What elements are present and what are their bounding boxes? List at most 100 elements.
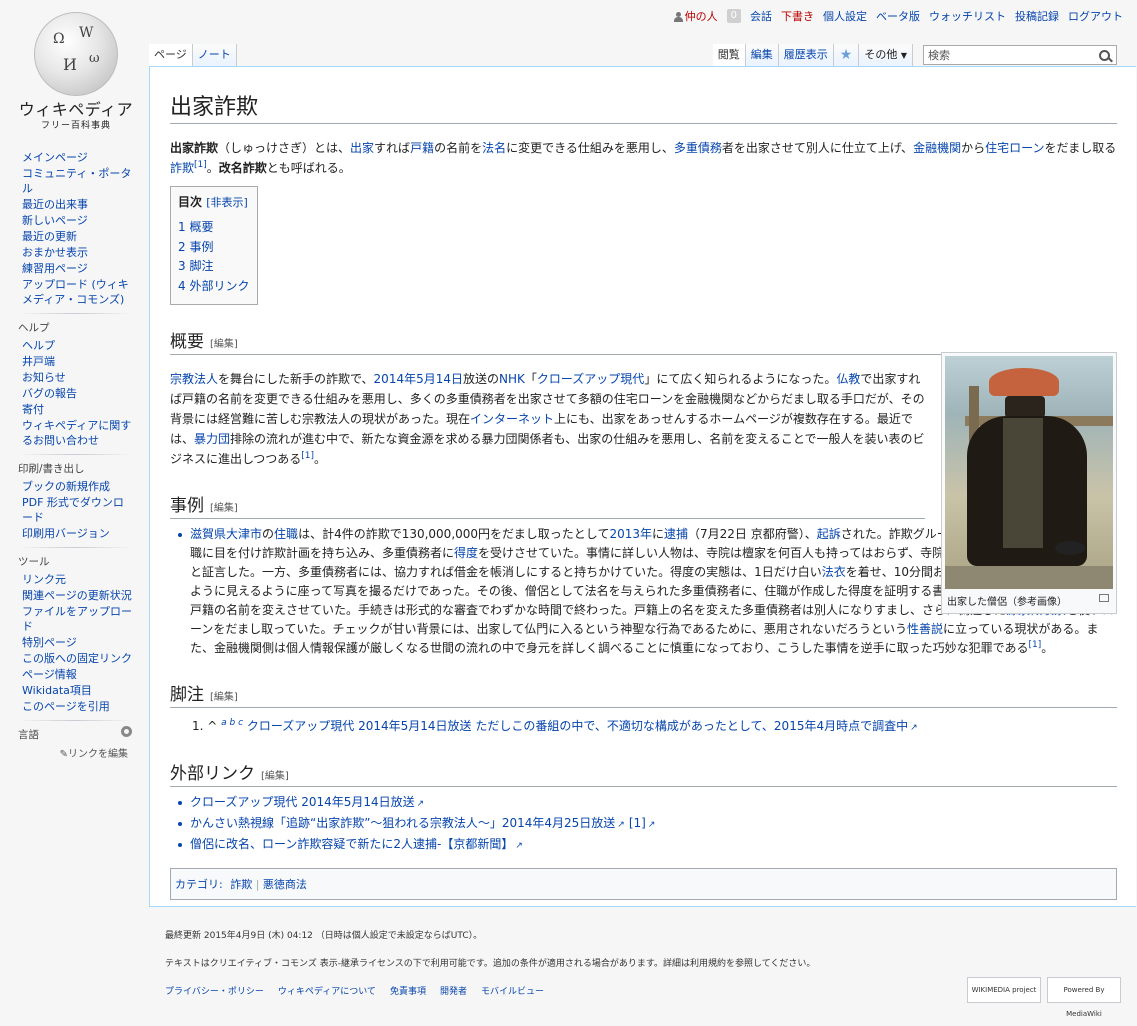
gear-icon[interactable] xyxy=(121,726,132,737)
toc-toggle[interactable]: [非表示] xyxy=(206,196,248,209)
watch-star-icon[interactable]: ★ xyxy=(833,44,860,66)
tab-view[interactable]: 閲覧 xyxy=(712,44,746,66)
edit-section-link[interactable]: [編集] xyxy=(210,339,238,350)
sidebar-item[interactable]: この版への固定リンク xyxy=(22,651,148,666)
sidebar-item[interactable]: Wikidata項目 xyxy=(22,683,148,698)
sidebar-item[interactable]: 練習用ページ xyxy=(22,261,148,276)
external-link[interactable]: かんさい熱視線「追跡“出家詐欺”～狙われる宗教法人～」2014年4月25日放送 xyxy=(190,816,625,830)
sidebar-item[interactable]: メインページ xyxy=(22,150,148,165)
sidebar-item[interactable]: ブックの新規作成 xyxy=(22,479,148,494)
reference-link[interactable]: [1] xyxy=(301,451,314,461)
external-link[interactable]: クローズアップ現代 2014年5月14日放送 xyxy=(190,795,424,809)
tab-history[interactable]: 履歴表示 xyxy=(778,44,834,66)
footer-link[interactable]: 開発者 xyxy=(440,987,467,997)
article-link[interactable]: 金融機関 xyxy=(913,141,961,155)
sidebar-item[interactable]: ファイルをアップロード xyxy=(22,604,148,634)
article-link[interactable]: 5月14日 xyxy=(416,372,463,386)
article-link[interactable]: 2014年 xyxy=(374,372,417,386)
footnote-backrefs[interactable]: a b c xyxy=(221,718,243,728)
external-link[interactable]: 僧侶に改名、ローン詐欺容疑で新たに2人逮捕-【京都新聞】 xyxy=(190,837,523,851)
article-link[interactable]: 住職 xyxy=(274,527,298,541)
more-menu[interactable]: その他 ▼ xyxy=(859,44,913,66)
external-link[interactable]: [1] xyxy=(629,816,656,830)
sidebar-item[interactable]: 関連ページの更新状況 xyxy=(22,588,148,603)
article-link[interactable]: 出家 xyxy=(350,141,374,155)
article-link[interactable]: クローズアップ現代 xyxy=(537,372,644,386)
edit-links[interactable]: ✎リンクを編集 xyxy=(0,745,148,760)
logout-link[interactable]: ログアウト xyxy=(1068,8,1123,24)
footer-link[interactable]: プライバシー・ポリシー xyxy=(165,987,264,997)
tab-talk[interactable]: ノート xyxy=(192,44,237,66)
preferences-link[interactable]: 個人設定 xyxy=(823,8,867,24)
article-link[interactable]: 多重債務 xyxy=(674,141,722,155)
user-link[interactable]: 仲の人 xyxy=(673,8,718,24)
sidebar-item[interactable]: リンク元 xyxy=(22,572,148,587)
sidebar-item[interactable]: コミュニティ・ポータル xyxy=(22,166,148,196)
toc-item[interactable]: 4 外部リンク xyxy=(178,277,249,297)
edit-section-link[interactable]: [編集] xyxy=(210,503,238,514)
sidebar-item[interactable]: ページ情報 xyxy=(22,667,148,682)
wikimedia-badge[interactable]: WIKIMEDIA project xyxy=(967,977,1041,1003)
drafts-link[interactable]: 下書き xyxy=(781,8,814,24)
article-link[interactable]: 性善説 xyxy=(907,622,943,636)
sidebar-item[interactable]: PDF 形式でダウンロード xyxy=(22,495,148,525)
beta-link[interactable]: ベータ版 xyxy=(876,8,920,24)
sidebar-item[interactable]: 寄付 xyxy=(22,402,148,417)
article-link[interactable]: 法名 xyxy=(482,141,506,155)
toc-item[interactable]: 1 概要 xyxy=(178,218,249,238)
toc-item[interactable]: 2 事例 xyxy=(178,238,249,258)
sidebar-item[interactable]: このページを引用 xyxy=(22,699,148,714)
sidebar-item[interactable]: 新しいページ xyxy=(22,213,148,228)
reference-link[interactable]: [1] xyxy=(1028,640,1041,650)
article-link[interactable]: 住宅ローン xyxy=(985,141,1044,155)
tab-page[interactable]: ページ xyxy=(149,44,193,66)
mediawiki-badge[interactable]: Powered By MediaWiki xyxy=(1047,977,1121,1018)
sidebar-item[interactable]: 特別ページ xyxy=(22,635,148,650)
sidebar-item[interactable]: アップロード (ウィキメディア・コモンズ) xyxy=(22,277,148,307)
notifications-badge[interactable]: 0 xyxy=(726,9,741,23)
sidebar-item[interactable]: ウィキペディアに関するお問い合わせ xyxy=(22,418,148,448)
footnote-link[interactable]: クローズアップ現代 2014年5月14日放送 ただしこの番組の中で、不適切な構成… xyxy=(247,719,918,733)
article-link[interactable]: NHK xyxy=(499,372,525,386)
contributions-link[interactable]: 投稿記録 xyxy=(1015,8,1059,24)
edit-section-link[interactable]: [編集] xyxy=(261,771,289,782)
article-link[interactable]: 逮捕 xyxy=(664,527,688,541)
enlarge-icon[interactable] xyxy=(1099,594,1109,602)
article-link[interactable]: 仏教 xyxy=(836,372,860,386)
article-link[interactable]: 暴力団 xyxy=(194,432,230,446)
edit-section-link[interactable]: [編集] xyxy=(210,692,238,703)
footer-link[interactable]: 免責事項 xyxy=(390,987,426,997)
category-link[interactable]: 悪徳商法 xyxy=(263,878,307,891)
sidebar-item[interactable]: 井戸端 xyxy=(22,354,148,369)
article-link[interactable]: 詐欺 xyxy=(170,161,194,175)
sidebar-item[interactable]: バグの報告 xyxy=(22,386,148,401)
sidebar-item[interactable]: 最近の更新 xyxy=(22,229,148,244)
tab-edit[interactable]: 編集 xyxy=(745,44,779,66)
categories-label[interactable]: カテゴリ: xyxy=(175,878,223,891)
article-link[interactable]: インターネット xyxy=(470,412,554,426)
article-link[interactable]: 法衣 xyxy=(822,565,846,579)
article-link[interactable]: 起訴 xyxy=(817,527,841,541)
sidebar-item[interactable]: お知らせ xyxy=(22,370,148,385)
sidebar-item[interactable]: 最近の出来事 xyxy=(22,197,148,212)
reference-link[interactable]: [1] xyxy=(194,160,207,170)
toc-item[interactable]: 3 脚注 xyxy=(178,257,249,277)
sidebar-item[interactable]: おまかせ表示 xyxy=(22,245,148,260)
search-input[interactable]: 検索 xyxy=(923,45,1117,65)
footer-link[interactable]: モバイルビュー xyxy=(481,987,544,997)
article-link[interactable]: 宗教法人 xyxy=(170,372,218,386)
search-icon[interactable] xyxy=(1099,50,1110,61)
article-link[interactable]: 得度 xyxy=(454,546,478,560)
sidebar-item[interactable]: 印刷用バージョン xyxy=(22,526,148,541)
article-link[interactable]: 大津市 xyxy=(226,527,262,541)
article-link[interactable]: 戸籍 xyxy=(410,141,434,155)
wikipedia-logo[interactable]: Ω W И ω ウィキペディア フリー百科事典 xyxy=(14,8,138,131)
talk-link[interactable]: 会話 xyxy=(750,8,772,24)
watchlist-link[interactable]: ウォッチリスト xyxy=(929,8,1006,24)
article-link[interactable]: 2013年 xyxy=(609,527,652,541)
monk-photo[interactable] xyxy=(945,356,1113,589)
category-link[interactable]: 詐欺 xyxy=(230,878,252,891)
article-link[interactable]: 滋賀県 xyxy=(190,527,226,541)
footer-link[interactable]: ウィキペディアについて xyxy=(278,987,376,997)
sidebar-item[interactable]: ヘルプ xyxy=(22,338,148,353)
